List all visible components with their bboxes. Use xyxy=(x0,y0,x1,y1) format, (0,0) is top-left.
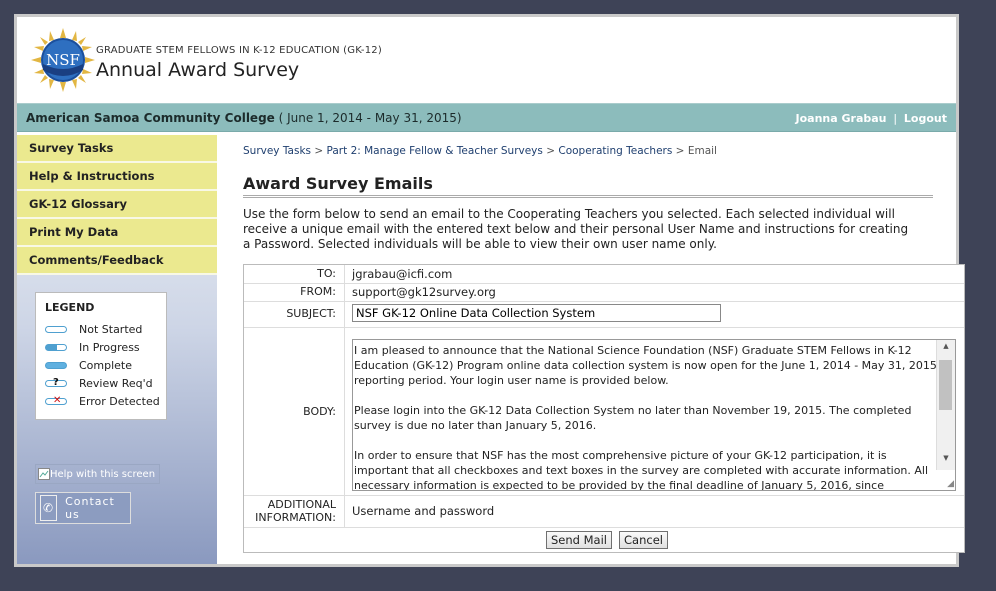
legend-item: In Progress xyxy=(45,338,166,356)
body-cell xyxy=(344,327,352,495)
breadcrumb-separator: > xyxy=(546,145,556,157)
scroll-thumb[interactable] xyxy=(939,360,952,410)
legend-item: Not Started xyxy=(45,320,166,338)
from-label: FROM: xyxy=(300,285,336,298)
additional-label-line: ADDITIONAL xyxy=(267,498,336,511)
nav-comments-feedback[interactable]: Comments/Feedback xyxy=(17,247,217,275)
legend-label: Review Req'd xyxy=(79,376,153,390)
user-name: Joanna Grabau xyxy=(795,112,887,125)
phone-icon: ✆ xyxy=(40,495,58,521)
user-box: Joanna Grabau | Logout xyxy=(796,112,948,125)
complete-icon xyxy=(45,361,67,369)
nav-glossary[interactable]: GK-12 Glossary xyxy=(17,191,217,219)
help-with-screen-link[interactable]: Help with this screen xyxy=(35,464,161,484)
subject-label: SUBJECT: xyxy=(286,307,336,320)
intro-text: Use the form below to send an email to t… xyxy=(243,207,909,251)
additional-info-row: ADDITIONAL INFORMATION: Username and pas… xyxy=(244,495,964,528)
to-row: TO: jgrabau@icfi.com xyxy=(244,265,964,284)
logout-link[interactable]: Logout xyxy=(904,112,947,125)
legend-label: Complete xyxy=(79,358,133,372)
from-row: FROM: support@gk12survey.org xyxy=(244,283,964,302)
subject-row: SUBJECT: xyxy=(244,301,964,328)
resize-handle-icon[interactable]: ◢ xyxy=(947,480,954,489)
outer-frame: NSF GRADUATE STEM FELLOWS IN K-12 EDUCAT… xyxy=(14,14,965,567)
scroll-up-icon[interactable]: ▲ xyxy=(937,342,955,356)
email-form: TO: jgrabau@icfi.com FROM: support@gk12s… xyxy=(243,264,965,553)
body-label: BODY: xyxy=(303,405,336,418)
error-detected-icon: ✕ xyxy=(45,395,67,406)
to-label: TO: xyxy=(317,267,336,280)
nav-survey-tasks[interactable]: Survey Tasks xyxy=(17,135,217,163)
additional-info-label: ADDITIONAL INFORMATION: xyxy=(244,498,344,524)
review-required-icon: ? xyxy=(45,377,67,388)
institution-bar: American Samoa Community College ( June … xyxy=(17,103,956,132)
additional-info-value: Username and password xyxy=(344,495,494,527)
survey-title: Annual Award Survey xyxy=(96,59,300,81)
body-scrollbar[interactable]: ▲ ▼ xyxy=(936,340,955,470)
nsf-logo-icon: NSF xyxy=(31,28,95,92)
broken-image-icon xyxy=(38,468,50,480)
breadcrumb-manage-surveys[interactable]: Part 2: Manage Fellow & Teacher Surveys xyxy=(327,145,543,157)
body-paragraph: Please login into the GK-12 Data Collect… xyxy=(354,404,912,432)
to-value: jgrabau@icfi.com xyxy=(344,265,452,283)
program-name: GRADUATE STEM FELLOWS IN K-12 EDUCATION … xyxy=(96,45,382,56)
not-started-icon xyxy=(45,325,67,333)
body-paragraph: I am pleased to announce that the Nation… xyxy=(354,344,937,387)
legend-item: Complete xyxy=(45,356,166,374)
breadcrumb-survey-tasks[interactable]: Survey Tasks xyxy=(243,145,311,157)
breadcrumb-separator: > xyxy=(675,145,685,157)
page: NSF GRADUATE STEM FELLOWS IN K-12 EDUCAT… xyxy=(17,17,965,564)
sidebar: Survey Tasks Help & Instructions GK-12 G… xyxy=(17,135,217,564)
legend-item: ✕ Error Detected xyxy=(45,392,166,410)
in-progress-icon xyxy=(45,343,67,351)
user-separator: | xyxy=(893,112,898,125)
legend: LEGEND Not Started In Progress Complete … xyxy=(35,292,167,420)
send-mail-button[interactable]: Send Mail xyxy=(546,531,612,549)
subject-input[interactable] xyxy=(352,304,721,322)
cancel-button[interactable]: Cancel xyxy=(619,531,668,549)
form-actions: Send Mail Cancel xyxy=(244,527,964,553)
svg-text:NSF: NSF xyxy=(46,51,80,69)
legend-label: Not Started xyxy=(79,322,143,336)
contact-us-button[interactable]: ✆ Contact us xyxy=(35,492,131,524)
from-value: support@gk12survey.org xyxy=(344,283,496,301)
contact-us-label: Contact us xyxy=(65,495,115,521)
breadcrumb-cooperating-teachers[interactable]: Cooperating Teachers xyxy=(558,145,672,157)
subject-cell xyxy=(344,301,352,327)
breadcrumb-current: Email xyxy=(687,145,717,157)
body-paragraph: In order to ensure that NSF has the most… xyxy=(354,449,929,491)
nav-print-data[interactable]: Print My Data xyxy=(17,219,217,247)
body-text: I am pleased to announce that the Nation… xyxy=(353,340,937,491)
nav-help-instructions[interactable]: Help & Instructions xyxy=(17,163,217,191)
institution-name: American Samoa Community College ( June … xyxy=(26,111,462,125)
page-title: Award Survey Emails xyxy=(243,174,933,198)
body-textarea[interactable]: I am pleased to announce that the Nation… xyxy=(352,339,956,491)
reporting-period: ( June 1, 2014 - May 31, 2015) xyxy=(274,111,462,125)
legend-label: Error Detected xyxy=(79,394,160,408)
breadcrumb: Survey Tasks > Part 2: Manage Fellow & T… xyxy=(243,145,717,157)
scroll-down-icon[interactable]: ▼ xyxy=(937,454,955,468)
legend-label: In Progress xyxy=(79,340,140,354)
legend-title: LEGEND xyxy=(45,301,95,314)
breadcrumb-separator: > xyxy=(314,145,324,157)
help-link-label: Help with this screen xyxy=(50,468,156,480)
legend-item: ? Review Req'd xyxy=(45,374,166,392)
additional-label-line: INFORMATION: xyxy=(255,511,336,524)
institution-label: American Samoa Community College xyxy=(26,111,275,125)
body-row: BODY: I am pleased to announce that the … xyxy=(244,327,964,496)
